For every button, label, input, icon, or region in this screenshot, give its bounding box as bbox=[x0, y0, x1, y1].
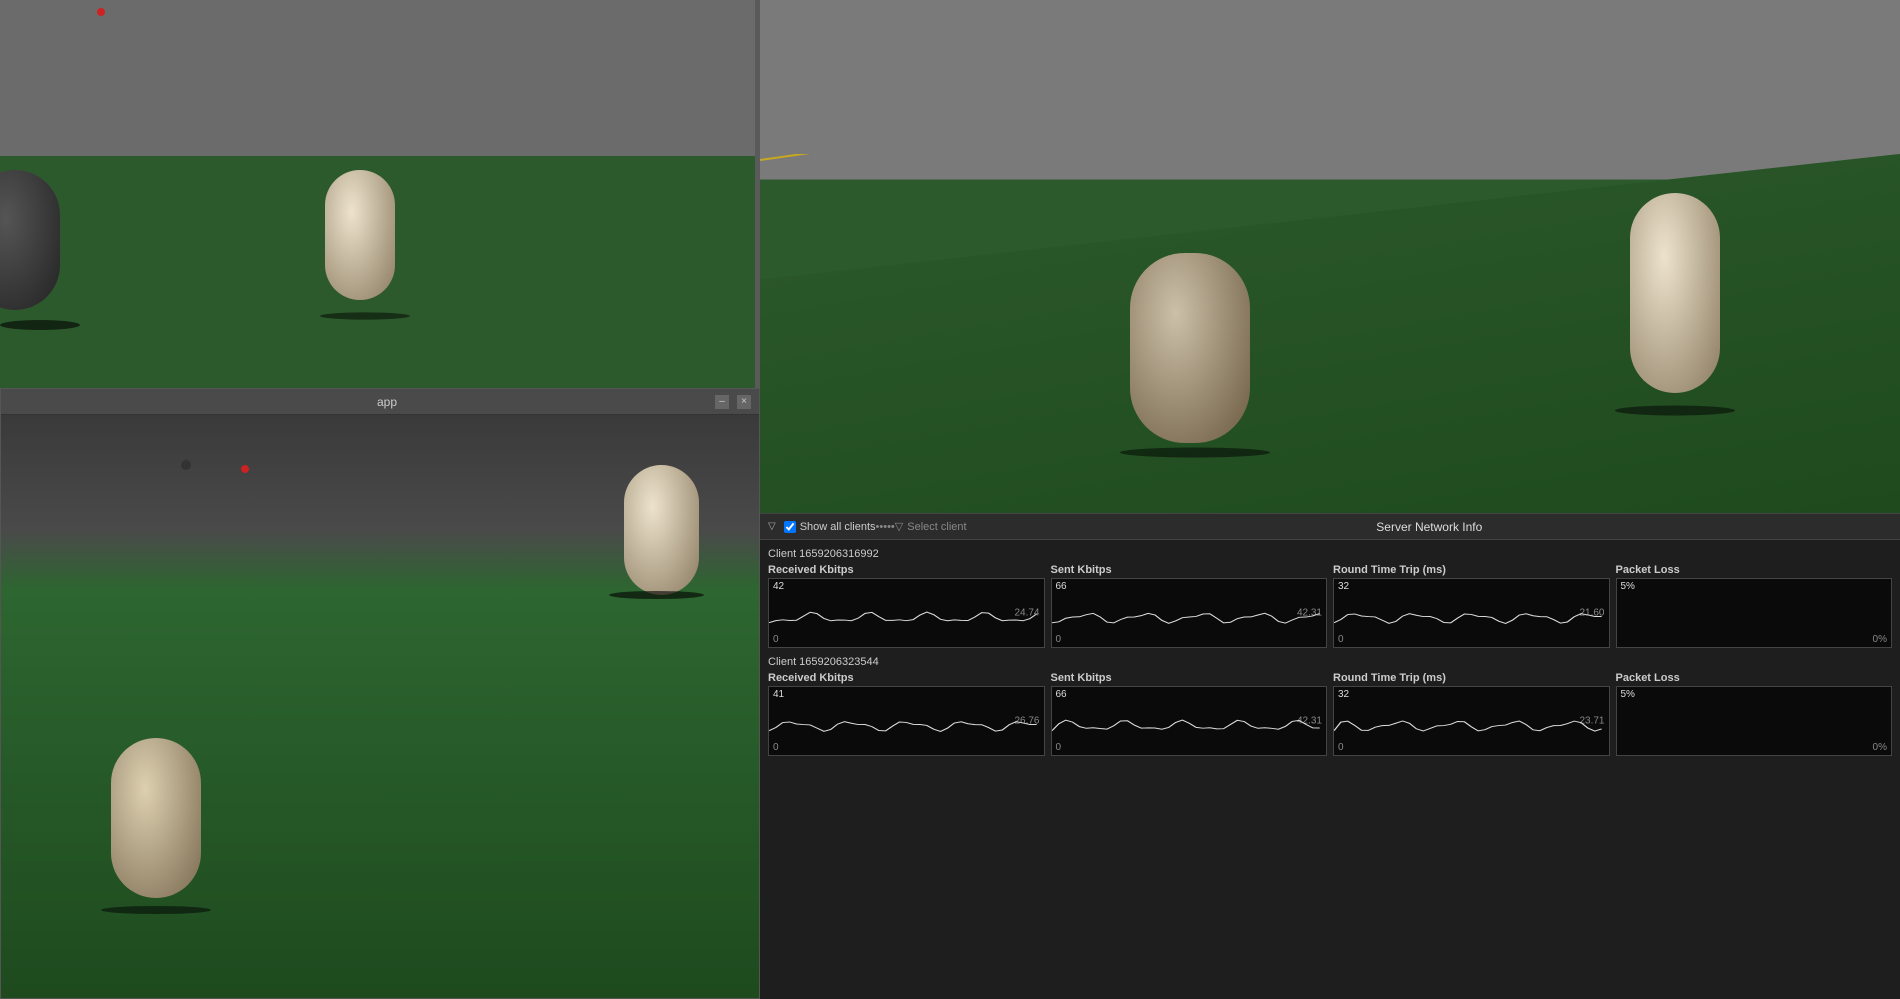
metric-chart-0-0: 4224.740 bbox=[768, 578, 1045, 648]
metric-chart-1-3: 5%0% bbox=[1616, 686, 1893, 756]
chart-svg-1-0 bbox=[769, 687, 1044, 755]
red-dot-bl bbox=[241, 465, 249, 473]
window-content bbox=[1, 415, 759, 998]
metric-box-1-0: Received Kbitps 4126.760 bbox=[768, 672, 1045, 756]
metrics-row-0: Received Kbitps 4224.740 Sent Kbitps 6642.3… bbox=[768, 564, 1892, 648]
panel-body: Client 1659206316992 Received Kbitps 4224.… bbox=[760, 540, 1900, 768]
chart-svg-0-0 bbox=[769, 579, 1044, 647]
capsule-shadow-left bbox=[0, 320, 80, 330]
metric-chart-1-1: 6642.310 bbox=[1051, 686, 1328, 756]
metric-box-0-0: Received Kbitps 4224.740 bbox=[768, 564, 1045, 648]
window-title: app bbox=[59, 395, 715, 409]
select-client-label: Select client bbox=[907, 521, 966, 533]
network-panel-header: ▽ Show all clients ••••• ▽ Select client… bbox=[760, 514, 1900, 540]
shadow-tr-center bbox=[1120, 448, 1270, 458]
show-all-clients-checkbox[interactable]: Show all clients bbox=[784, 521, 876, 533]
chart-svg-1-1 bbox=[1052, 687, 1327, 755]
shadow-tr-right bbox=[1615, 406, 1735, 416]
metric-box-0-3: Packet Loss 5%0% bbox=[1616, 564, 1893, 648]
capsule-tr-right bbox=[1630, 193, 1720, 393]
capsule-bl-right bbox=[624, 465, 699, 595]
capsule-dark-left bbox=[0, 170, 60, 310]
capsule-tr-center bbox=[1130, 253, 1250, 443]
client-section-0: Client 1659206316992 Received Kbitps 4224.… bbox=[768, 548, 1892, 648]
metric-label-1-3: Packet Loss bbox=[1616, 672, 1893, 684]
metric-label-1-1: Sent Kbitps bbox=[1051, 672, 1328, 684]
metric-chart-1-0: 4126.760 bbox=[768, 686, 1045, 756]
shadow-bl-center bbox=[101, 906, 211, 914]
metric-box-1-1: Sent Kbitps 6642.310 bbox=[1051, 672, 1328, 756]
metric-chart-0-2: 3221.600 bbox=[1333, 578, 1610, 648]
network-panel: ▽ Show all clients ••••• ▽ Select client… bbox=[760, 513, 1900, 999]
red-dot-tl bbox=[97, 8, 105, 16]
window-titlebar: app – × bbox=[1, 389, 759, 415]
metric-chart-0-1: 6642.310 bbox=[1051, 578, 1328, 648]
panel-title: Server Network Info bbox=[967, 520, 1892, 534]
shadow-center bbox=[320, 312, 410, 319]
chart-svg-0-1 bbox=[1052, 579, 1327, 647]
viewport-top-left bbox=[0, 0, 755, 390]
small-dot-bl bbox=[181, 460, 191, 470]
dots-separator: ••••• bbox=[876, 521, 895, 533]
chart-svg-1-2 bbox=[1334, 687, 1609, 755]
show-all-clients-label: Show all clients bbox=[800, 521, 876, 533]
metric-box-0-2: Round Time Trip (ms) 3221.600 bbox=[1333, 564, 1610, 648]
metric-chart-0-3: 5%0% bbox=[1616, 578, 1893, 648]
chart-svg-0-2 bbox=[1334, 579, 1609, 647]
edge-line-tr bbox=[760, 154, 1900, 513]
client-title-0: Client 1659206316992 bbox=[768, 548, 1892, 560]
select-client-control[interactable]: ▽ Select client bbox=[895, 520, 967, 533]
metric-label-1-2: Round Time Trip (ms) bbox=[1333, 672, 1610, 684]
metrics-row-1: Received Kbitps 4126.760 Sent Kbitps 6642.3… bbox=[768, 672, 1892, 756]
window-controls: – × bbox=[715, 395, 751, 409]
window-frame: app – × bbox=[0, 388, 760, 999]
show-all-clients-input[interactable] bbox=[784, 521, 796, 533]
metric-box-0-1: Sent Kbitps 6642.310 bbox=[1051, 564, 1328, 648]
close-button[interactable]: × bbox=[737, 395, 751, 409]
metric-box-1-2: Round Time Trip (ms) 3223.710 bbox=[1333, 672, 1610, 756]
shadow-bl-right bbox=[609, 591, 704, 599]
collapse-icon[interactable]: ▽ bbox=[768, 521, 776, 532]
metric-label-0-0: Received Kbitps bbox=[768, 564, 1045, 576]
metric-box-1-3: Packet Loss 5%0% bbox=[1616, 672, 1893, 756]
capsule-center bbox=[325, 170, 395, 300]
metric-label-0-3: Packet Loss bbox=[1616, 564, 1893, 576]
metric-label-1-0: Received Kbitps bbox=[768, 672, 1045, 684]
select-client-triangle: ▽ bbox=[895, 520, 903, 533]
client-section-1: Client 1659206323544 Received Kbitps 4126.… bbox=[768, 656, 1892, 756]
capsule-bl-center bbox=[111, 738, 201, 898]
client-title-1: Client 1659206323544 bbox=[768, 656, 1892, 668]
minimize-button[interactable]: – bbox=[715, 395, 729, 409]
main-container: app – × ▽ bbox=[0, 0, 1900, 999]
metric-label-0-2: Round Time Trip (ms) bbox=[1333, 564, 1610, 576]
chart-svg-1-3 bbox=[1617, 687, 1892, 755]
chart-svg-0-3 bbox=[1617, 579, 1892, 647]
metric-label-0-1: Sent Kbitps bbox=[1051, 564, 1328, 576]
metric-chart-1-2: 3223.710 bbox=[1333, 686, 1610, 756]
viewport-top-right bbox=[760, 0, 1900, 513]
